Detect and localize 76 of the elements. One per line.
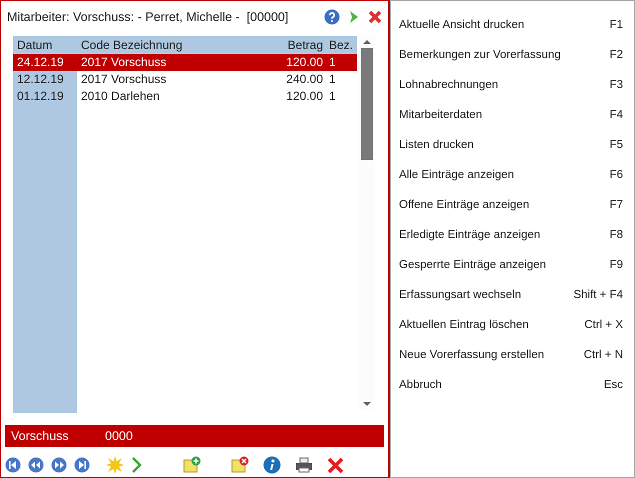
forward-icon[interactable] — [348, 10, 360, 24]
table-cell-text: 01.12.19 — [16, 88, 65, 106]
last-icon[interactable] — [74, 457, 90, 474]
shortcut-label: F4 — [610, 108, 623, 124]
menu-item[interactable]: Erfassungsart wechseln Shift + F4 — [391, 281, 634, 311]
menu-item[interactable]: Aktuelle Ansicht drucken F1 — [391, 11, 634, 41]
table-row[interactable]: 12.12.19 2017 Vorschuss 240.00 1 — [13, 70, 357, 88]
note-delete-icon[interactable] — [231, 456, 249, 474]
table-row[interactable]: 01.12.19 2010 Darlehen 120.00 1 — [13, 88, 357, 105]
menu-label: Mitarbeiterdaten — [399, 108, 482, 124]
menu-item[interactable]: Offene Einträge anzeigen F7 — [391, 191, 634, 221]
table-cell-text: 24.12.19 — [16, 54, 65, 72]
column-header[interactable]: Bez. — [323, 36, 357, 54]
menu-item[interactable]: Mitarbeiterdaten F4 — [391, 101, 634, 131]
table-cell-text: 2017 Vorschuss — [80, 71, 168, 88]
menu-item[interactable]: Erledigte Einträge anzeigen F8 — [391, 221, 634, 251]
column-header[interactable]: Code Bezeichnung — [77, 36, 255, 54]
menu-label: Offene Einträge anzeigen — [399, 198, 530, 214]
table-cell-text: 1 — [328, 88, 337, 106]
info-icon[interactable] — [263, 456, 281, 474]
table-cell-text: 120.00 — [285, 88, 323, 106]
menu-item[interactable]: Bemerkungen zur Vorerfassung F2 — [391, 41, 634, 71]
menu-item[interactable]: Gesperrte Einträge anzeigen F9 — [391, 251, 634, 281]
scroll-thumb[interactable] — [361, 48, 373, 160]
footer-value: 0000 — [105, 428, 133, 445]
shortcut-label: F3 — [610, 78, 623, 94]
table-cell-text: 12.12.19 — [16, 71, 65, 88]
menu-item[interactable]: Alle Einträge anzeigen F6 — [391, 161, 634, 191]
first-icon[interactable] — [5, 457, 21, 474]
window-title: Mitarbeiter: Vorschuss: - Perret, Michelle - [00000] — [7, 8, 290, 26]
starburst-icon[interactable] — [106, 456, 124, 474]
shortcut-label: Ctrl + N — [584, 348, 623, 364]
menu-label: Bemerkungen zur Vorerfassung — [399, 48, 561, 64]
chevron-right-icon[interactable] — [132, 457, 142, 474]
menu-item[interactable]: Lohnabrechnungen F3 — [391, 71, 634, 101]
menu-label: Listen drucken — [399, 138, 474, 154]
printer-icon[interactable] — [295, 457, 313, 474]
menu-label: Alle Einträge anzeigen — [399, 168, 514, 184]
shortcut-label: Ctrl + X — [584, 318, 623, 334]
menu-item[interactable]: Abbruch Esc — [391, 371, 634, 401]
column-header[interactable]: Datum — [13, 36, 77, 54]
menu-item[interactable]: Listen drucken F5 — [391, 131, 634, 161]
menu-item[interactable]: Aktuellen Eintrag löschen Ctrl + X — [391, 311, 634, 341]
shortcut-label: F1 — [610, 18, 623, 34]
table-row[interactable]: 24.12.19 2017 Vorschuss 120.00 1 — [13, 54, 357, 71]
menu-item[interactable]: Neue Vorerfassung erstellen Ctrl + N — [391, 341, 634, 371]
table-cell-text: 1 — [328, 54, 337, 72]
menu-label: Gesperrte Einträge anzeigen — [399, 258, 546, 274]
menu-label: Erledigte Einträge anzeigen — [399, 228, 540, 244]
table-cell-text: 240.00 — [285, 71, 323, 88]
footer-label: Vorschuss — [11, 428, 70, 445]
close-icon[interactable] — [368, 10, 382, 24]
column-header[interactable]: Betrag — [255, 36, 323, 54]
menu-label: Aktuelle Ansicht drucken — [399, 18, 524, 34]
help-icon[interactable] — [324, 8, 340, 25]
menu-label: Erfassungsart wechseln — [399, 288, 522, 304]
rewind-icon[interactable] — [28, 457, 44, 474]
shortcut-label: F7 — [610, 198, 623, 214]
shortcut-label: F6 — [610, 168, 623, 184]
shortcut-label: Shift + F4 — [573, 288, 623, 304]
fast-forward-icon[interactable] — [51, 457, 67, 474]
menu-label: Lohnabrechnungen — [399, 78, 498, 94]
table-cell-text: 1 — [328, 71, 337, 88]
table-cell-text: 120.00 — [285, 54, 323, 72]
shortcut-label: Esc — [604, 378, 623, 394]
shortcut-label: F9 — [610, 258, 623, 274]
shortcut-label: F2 — [610, 48, 623, 64]
table-cell-text: 2010 Darlehen — [80, 88, 161, 106]
shortcut-label: F5 — [610, 138, 623, 154]
menu-label: Aktuellen Eintrag löschen — [399, 318, 529, 334]
menu-label: Abbruch — [399, 378, 442, 394]
menu-label: Neue Vorerfassung erstellen — [399, 348, 544, 364]
table-cell-text: 2017 Vorschuss — [80, 54, 168, 72]
shortcut-label: F8 — [610, 228, 623, 244]
note-add-icon[interactable] — [183, 456, 201, 474]
cancel-icon[interactable] — [327, 456, 344, 474]
